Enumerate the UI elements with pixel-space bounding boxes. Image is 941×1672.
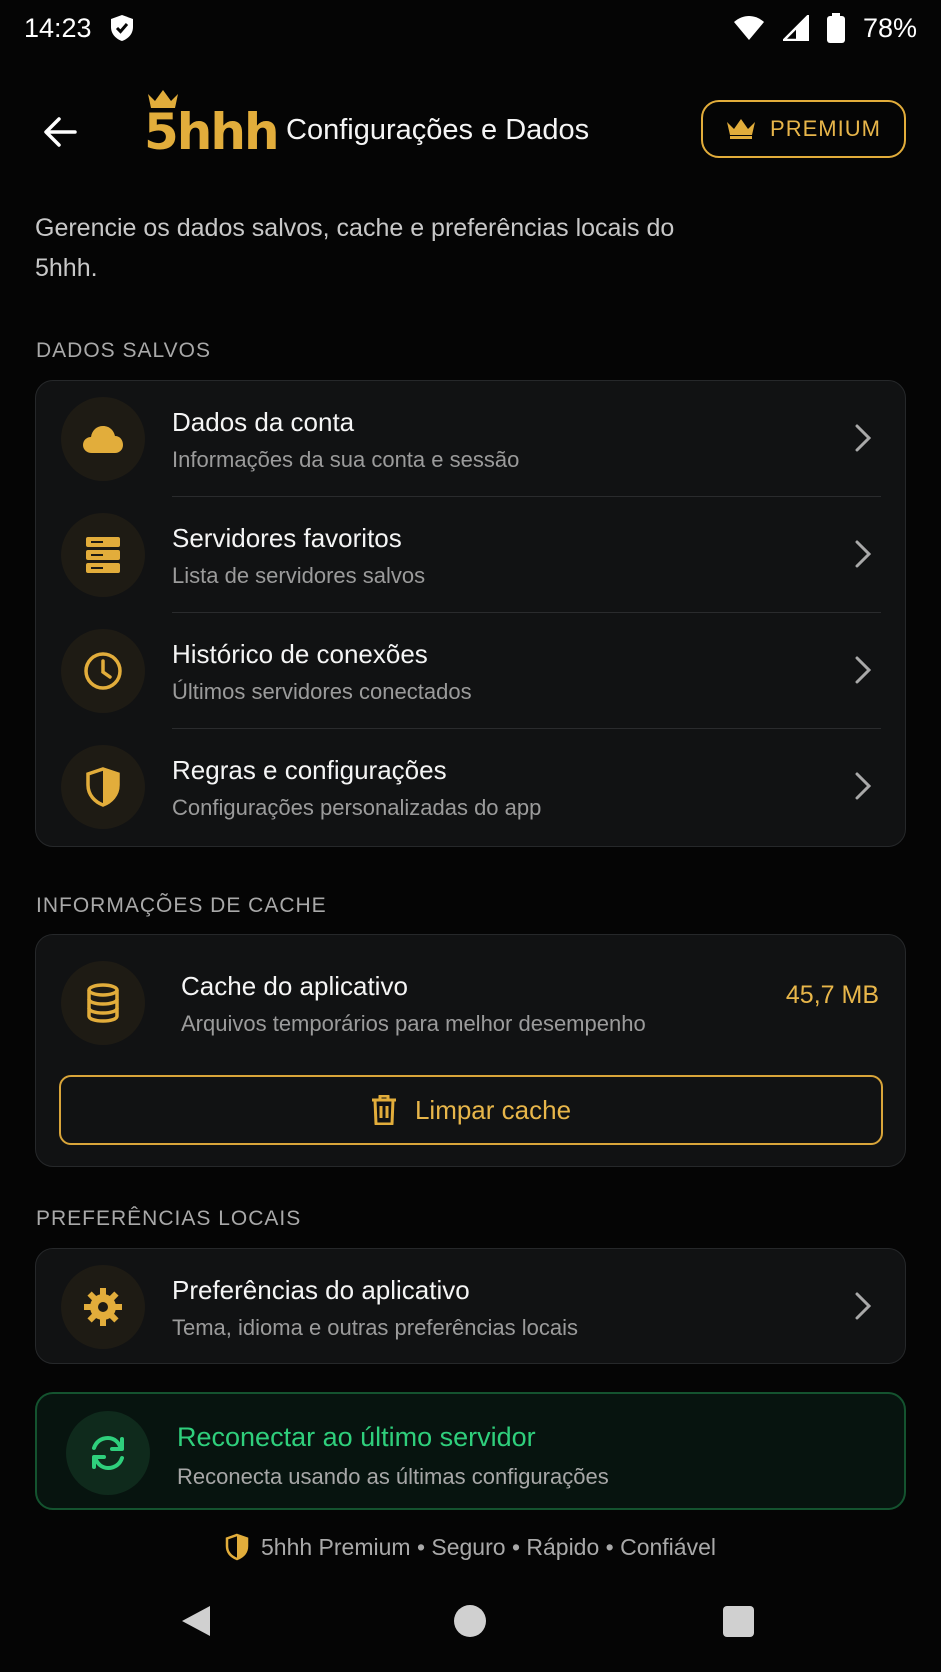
refresh-icon bbox=[66, 1411, 150, 1495]
list-item-subtitle: Tema, idioma e outras preferências locai… bbox=[172, 1315, 578, 1340]
cache-card: Cache do aplicativo Arquivos temporários… bbox=[35, 934, 906, 1167]
cache-size: 45,7 MB bbox=[785, 981, 879, 1009]
chevron-right-icon bbox=[855, 656, 871, 684]
list-item-title: Servidores favoritos bbox=[172, 523, 402, 553]
list-item-title: Preferências do aplicativo bbox=[172, 1275, 470, 1305]
list-item-app-preferences[interactable]: Preferências do aplicativo Tema, idioma … bbox=[36, 1249, 907, 1365]
chevron-right-icon bbox=[855, 772, 871, 800]
status-right: 78% bbox=[733, 13, 917, 44]
list-item-account-data[interactable]: Dados da conta Informações da sua conta … bbox=[36, 381, 907, 497]
premium-button[interactable]: PREMIUM bbox=[701, 100, 906, 158]
status-bar: 14:23 78% bbox=[0, 0, 941, 56]
cache-subtitle: Arquivos temporários para melhor desempe… bbox=[181, 1011, 646, 1036]
logo-text: 5hhh bbox=[144, 103, 280, 161]
system-nav-bar bbox=[0, 1590, 941, 1660]
nav-back-icon[interactable] bbox=[180, 1604, 212, 1638]
local-prefs-card: Preferências do aplicativo Tema, idioma … bbox=[35, 1248, 906, 1364]
clear-cache-button[interactable]: Limpar cache bbox=[59, 1075, 883, 1145]
shield-icon bbox=[225, 1533, 249, 1561]
app-header: 5hhh Configurações e Dados PREMIUM bbox=[0, 88, 941, 168]
wifi-icon bbox=[733, 15, 765, 41]
list-item-title: Histórico de conexões bbox=[172, 639, 428, 669]
chevron-right-icon bbox=[855, 1292, 871, 1320]
list-item-connection-history[interactable]: Histórico de conexões Últimos servidores… bbox=[36, 613, 907, 729]
status-left: 14:23 bbox=[24, 13, 134, 44]
list-item-subtitle: Informações da sua conta e sessão bbox=[172, 447, 520, 472]
server-icon bbox=[61, 513, 145, 597]
cache-info-row: Cache do aplicativo Arquivos temporários… bbox=[36, 945, 907, 1061]
list-item-title: Dados da conta bbox=[172, 407, 355, 437]
clear-cache-label: Limpar cache bbox=[414, 1094, 572, 1125]
battery-icon bbox=[826, 13, 845, 43]
chevron-right-icon bbox=[855, 540, 871, 568]
chevron-right-icon bbox=[855, 424, 871, 452]
list-item-subtitle: Últimos servidores conectados bbox=[172, 679, 472, 704]
clock-icon bbox=[61, 629, 145, 713]
premium-label: PREMIUM bbox=[770, 116, 881, 141]
reconnect-last-server-button[interactable]: Reconectar ao último servidor Reconecta … bbox=[35, 1392, 906, 1510]
list-item-subtitle: Lista de servidores salvos bbox=[172, 563, 426, 588]
nav-recents-icon[interactable] bbox=[723, 1606, 754, 1637]
arrow-left-icon bbox=[44, 117, 77, 147]
list-item-subtitle: Configurações personalizadas do app bbox=[172, 795, 542, 820]
section-label-cache: INFORMAÇÕES DE CACHE bbox=[36, 894, 327, 917]
cloud-icon bbox=[61, 397, 145, 481]
footer-text: 5hhh Premium • Seguro • Rápido • Confiáv… bbox=[260, 1533, 716, 1560]
list-item-rules-settings[interactable]: Regras e configurações Configurações per… bbox=[36, 729, 907, 845]
app-logo: 5hhh bbox=[144, 88, 280, 161]
list-item-title: Regras e configurações bbox=[172, 755, 447, 785]
page-title: Configurações e Dados bbox=[286, 114, 590, 146]
shield-icon bbox=[61, 745, 145, 829]
saved-data-card: Dados da conta Informações da sua conta … bbox=[35, 380, 906, 847]
status-time: 14:23 bbox=[24, 12, 92, 43]
section-label-saved-data: DADOS SALVOS bbox=[36, 339, 211, 362]
back-button[interactable] bbox=[36, 108, 84, 156]
reconnect-subtitle: Reconecta usando as últimas configuraçõe… bbox=[177, 1464, 609, 1489]
nav-home-icon[interactable] bbox=[454, 1605, 486, 1637]
list-item-favorite-servers[interactable]: Servidores favoritos Lista de servidores… bbox=[36, 497, 907, 613]
gear-icon bbox=[61, 1265, 145, 1349]
footer: 5hhh Premium • Seguro • Rápido • Confiáv… bbox=[0, 1533, 941, 1561]
database-icon bbox=[61, 961, 145, 1045]
reconnect-title: Reconectar ao último servidor bbox=[177, 1422, 536, 1452]
section-label-local-prefs: PREFERÊNCIAS LOCAIS bbox=[36, 1207, 302, 1230]
page-description: Gerencie os dados salvos, cache e prefer… bbox=[35, 214, 675, 282]
cache-title: Cache do aplicativo bbox=[181, 971, 408, 1001]
trash-icon bbox=[371, 1095, 396, 1125]
battery-percentage: 78% bbox=[862, 12, 917, 43]
crown-icon bbox=[727, 119, 756, 139]
signal-icon bbox=[782, 15, 809, 41]
shield-check-icon bbox=[110, 14, 134, 42]
